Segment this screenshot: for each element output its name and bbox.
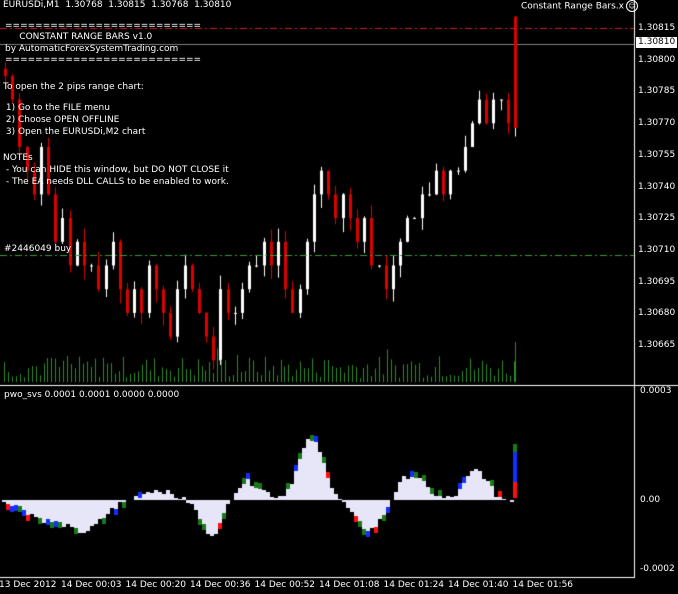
- indicator-tick-label: -0.0002: [640, 564, 675, 574]
- comment-title: CONSTANT RANGE BARS v1.0: [5, 32, 153, 42]
- time-tick-label: 14 Dec 00:20: [125, 580, 187, 590]
- price-tick-label: 1.30785: [638, 86, 676, 97]
- comment-separator: ==========================: [5, 55, 202, 65]
- time-tick-label: 14 Dec 00:36: [190, 580, 251, 590]
- comment-note: - You can HIDE this window, but DO NOT C…: [3, 165, 229, 175]
- symbol-info: EURUSDi,M1 1.30768 1.30815 1.30768 1.308…: [3, 0, 232, 10]
- price-tick-label: 1.30665: [638, 340, 676, 350]
- comment-step: 3) Open the EURUSDi,M2 chart: [3, 127, 146, 137]
- indicator-label: pwo_svs 0.0001 0.0001 0.0000 0.0000: [4, 390, 180, 400]
- price-tick-label: 1.30710: [638, 244, 676, 255]
- ea-name-label: Constant Range Bars.x ☺: [521, 0, 638, 13]
- price-tick-label: 1.30740: [638, 181, 676, 192]
- time-tick-label: 14 Dec 01:24: [383, 580, 445, 590]
- price-tick-label: 1.30770: [638, 118, 676, 129]
- comment-step: 1) Go to the FILE menu: [3, 103, 110, 113]
- price-tick-label: 1.30695: [638, 276, 676, 287]
- price-tick-label: 1.30800: [638, 54, 676, 65]
- comment-separator: ==========================: [5, 21, 202, 31]
- price-tick-label: 1.30755: [638, 149, 676, 160]
- indicator-tick-label: 0.00: [640, 495, 661, 505]
- current-price-box: 1.30810: [636, 37, 678, 48]
- indicator-tick-label: 0.0003: [640, 386, 672, 396]
- time-tick-label: 14 Dec 01:08: [319, 580, 380, 590]
- comment-notes-title: NOTEs: [3, 153, 33, 163]
- price-tick-label: 1.30680: [638, 308, 676, 319]
- price-tick-label: 1.30815: [638, 23, 676, 33]
- price-tick-label: 1.30725: [638, 213, 676, 224]
- comment-open-title: To open the 2 pips range chart:: [3, 82, 144, 92]
- comment-author: by AutomaticForexSystemTrading.com: [5, 44, 179, 54]
- time-tick-label: 14 Dec 00:52: [254, 580, 316, 590]
- time-tick-label: 13 Dec 2012: [0, 580, 57, 590]
- comment-note: - The EA needs DLL CALLS to be enabled t…: [3, 177, 229, 187]
- time-tick-label: 14 Dec 01:56: [512, 580, 574, 590]
- smiley-icon: ☺: [625, 0, 638, 12]
- comment-step: 2) Choose OPEN OFFLINE: [3, 115, 120, 125]
- time-tick-label: 14 Dec 01:40: [448, 580, 509, 590]
- order-label[interactable]: #2446049 buy: [4, 244, 71, 255]
- time-tick-label: 14 Dec 00:03: [61, 580, 122, 590]
